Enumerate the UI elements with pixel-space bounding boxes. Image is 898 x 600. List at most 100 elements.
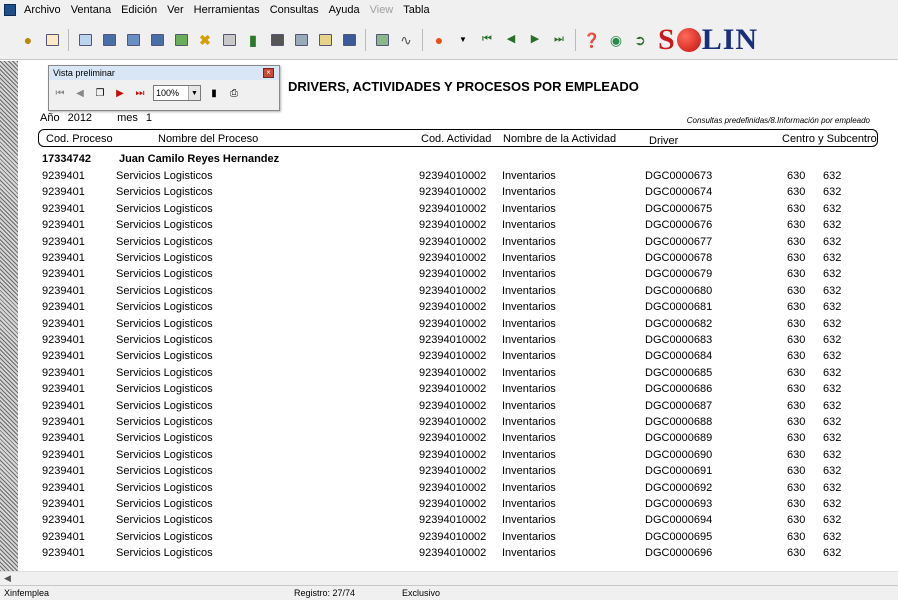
menu-consultas[interactable]: Consultas — [270, 4, 319, 16]
cell-cod-actividad: 92394010002 — [419, 514, 487, 527]
close-preview-icon[interactable]: ▮ — [207, 86, 221, 100]
menu-herramientas[interactable]: Herramientas — [194, 4, 260, 16]
calculator-icon[interactable] — [374, 32, 390, 48]
edit-form-icon[interactable] — [125, 32, 141, 48]
color-dot-icon[interactable]: ● — [431, 32, 447, 48]
exit-icon[interactable]: ➲ — [632, 32, 648, 48]
preview-window-title[interactable]: Vista preliminar × — [49, 66, 279, 80]
menu-view: View — [369, 4, 394, 16]
table-row: 9239401 Servicios Logisticos 92394010002 In… — [18, 252, 898, 268]
cell-driver: DGC0000684 — [645, 350, 713, 363]
cell-subcentro: 632 — [823, 416, 842, 428]
cell-driver: DGC0000694 — [645, 514, 713, 527]
cell-centro: 630 — [787, 235, 806, 248]
table-row: 9239401 Servicios Logisticos 92394010002 In… — [18, 514, 898, 530]
cell-nombre-actividad: Inventarios — [502, 547, 556, 560]
cell-nombre-actividad: Inventarios — [502, 235, 556, 248]
cell-cod-proceso: 9239401 — [42, 547, 85, 560]
menu-ventana[interactable]: Ventana — [71, 4, 111, 16]
web-icon[interactable]: ◉ — [608, 32, 624, 48]
cell-subcentro: 632 — [823, 186, 842, 199]
help-icon[interactable]: ❓ — [583, 32, 600, 48]
cell-nombre-actividad: Inventarios — [502, 284, 556, 297]
cell-cod-proceso: 9239401 — [42, 432, 85, 445]
cell-cod-actividad: 92394010002 — [419, 481, 487, 494]
delete-icon[interactable]: ✖ — [197, 32, 213, 48]
cell-centro: 630 — [787, 219, 806, 232]
scroll-left-icon[interactable]: ◀ — [4, 573, 11, 584]
menu-edicion[interactable]: Edición — [121, 4, 157, 16]
cell-nombre-proceso: Servicios Logisticos — [116, 514, 213, 527]
cell-nombre-actividad: Inventarios — [502, 219, 556, 232]
cell-cod-actividad: 92394010002 — [419, 235, 487, 248]
export-icon[interactable] — [341, 32, 357, 48]
table-row: 9239401 Servicios Logisticos 92394010002 In… — [18, 367, 898, 383]
link-icon[interactable]: ∿ — [398, 32, 414, 48]
cell-nombre-actividad: Inventarios — [502, 448, 556, 461]
window-icon[interactable] — [44, 32, 60, 48]
report-period: Año 2012 mes 1 — [40, 112, 160, 124]
grid-icon[interactable] — [221, 32, 237, 48]
cell-cod-proceso: 9239401 — [42, 465, 85, 478]
last-record-icon[interactable]: ⏭ — [551, 32, 567, 48]
previous-page-icon[interactable]: ◀ — [73, 86, 87, 100]
next-page-icon[interactable]: ▶ — [113, 86, 127, 100]
report-preview: DRIVERS, ACTIVIDADES Y PROCESOS POR EMPL… — [18, 61, 898, 571]
mail-icon[interactable] — [317, 32, 333, 48]
menu-archivo[interactable]: Archivo — [24, 4, 61, 16]
zoom-select[interactable]: 100% ▼ — [153, 85, 201, 101]
cell-cod-proceso: 9239401 — [42, 235, 85, 248]
cell-driver: DGC0000679 — [645, 268, 713, 281]
menu-ver[interactable]: Ver — [167, 4, 184, 16]
chart-icon[interactable]: ▮ — [245, 32, 261, 48]
new-record-icon[interactable] — [149, 32, 165, 48]
cell-centro: 630 — [787, 334, 806, 346]
cell-driver: DGC0000687 — [645, 399, 713, 412]
cell-nombre-actividad: Inventarios — [502, 186, 556, 199]
chevron-down-icon[interactable]: ▼ — [188, 86, 200, 100]
cell-cod-actividad: 92394010002 — [419, 334, 487, 346]
first-record-icon[interactable]: ⏮ — [479, 32, 495, 48]
dropdown-arrow-icon[interactable]: ▼ — [455, 32, 471, 48]
record-view-icon[interactable] — [77, 32, 93, 48]
form-icon[interactable] — [101, 32, 117, 48]
table-row: 9239401 Servicios Logisticos 92394010002 In… — [18, 482, 898, 498]
table-row: 9239401 Servicios Logisticos 92394010002 In… — [18, 350, 898, 366]
cell-subcentro: 632 — [823, 514, 842, 527]
toolbar: ● ✖ ▮ ∿ ● ▼ ⏮ ◀ ▶ ⏭ ❓ ◉ ➲ S LIN — [0, 20, 898, 60]
table-row: 9239401 Servicios Logisticos 92394010002 In… — [18, 498, 898, 514]
cell-nombre-actividad: Inventarios — [502, 481, 556, 494]
cell-subcentro: 632 — [823, 498, 842, 510]
preview-toolbar-window[interactable]: Vista preliminar × ⏮ ◀ ❐ ▶ ⏭ 100% ▼ ▮ ⎙ — [48, 65, 280, 111]
cell-driver: DGC0000678 — [645, 252, 713, 264]
print-icon[interactable] — [269, 32, 285, 48]
cell-driver: DGC0000689 — [645, 432, 713, 445]
cell-subcentro: 632 — [823, 383, 842, 396]
printer-icon[interactable]: ⎙ — [227, 86, 241, 100]
cell-cod-proceso: 9239401 — [42, 530, 85, 543]
cell-cod-actividad: 92394010002 — [419, 186, 487, 199]
next-record-icon[interactable]: ▶ — [527, 32, 543, 48]
cell-nombre-proceso: Servicios Logisticos — [116, 465, 213, 478]
save-record-icon[interactable] — [173, 32, 189, 48]
lock-icon[interactable]: ● — [20, 32, 36, 48]
previous-record-icon[interactable]: ◀ — [503, 32, 519, 48]
first-page-icon[interactable]: ⏮ — [53, 86, 67, 100]
last-page-icon[interactable]: ⏭ — [133, 86, 147, 100]
cell-centro: 630 — [787, 448, 806, 461]
cell-cod-proceso: 9239401 — [42, 284, 85, 297]
cell-nombre-proceso: Servicios Logisticos — [116, 547, 213, 560]
cell-driver: DGC0000675 — [645, 202, 713, 215]
close-icon[interactable]: × — [263, 68, 274, 78]
cell-cod-actividad: 92394010002 — [419, 170, 487, 182]
cell-nombre-actividad: Inventarios — [502, 317, 556, 330]
cell-centro: 630 — [787, 170, 806, 182]
menu-tabla[interactable]: Tabla — [403, 4, 429, 16]
application-window: Archivo Ventana Edición Ver Herramientas… — [0, 0, 898, 600]
cell-cod-actividad: 92394010002 — [419, 498, 487, 510]
horizontal-scrollbar[interactable]: ◀ — [0, 571, 898, 585]
cell-cod-proceso: 9239401 — [42, 268, 85, 281]
menu-ayuda[interactable]: Ayuda — [329, 4, 360, 16]
copy-icon[interactable] — [293, 32, 309, 48]
copy-pages-icon[interactable]: ❐ — [93, 86, 107, 100]
